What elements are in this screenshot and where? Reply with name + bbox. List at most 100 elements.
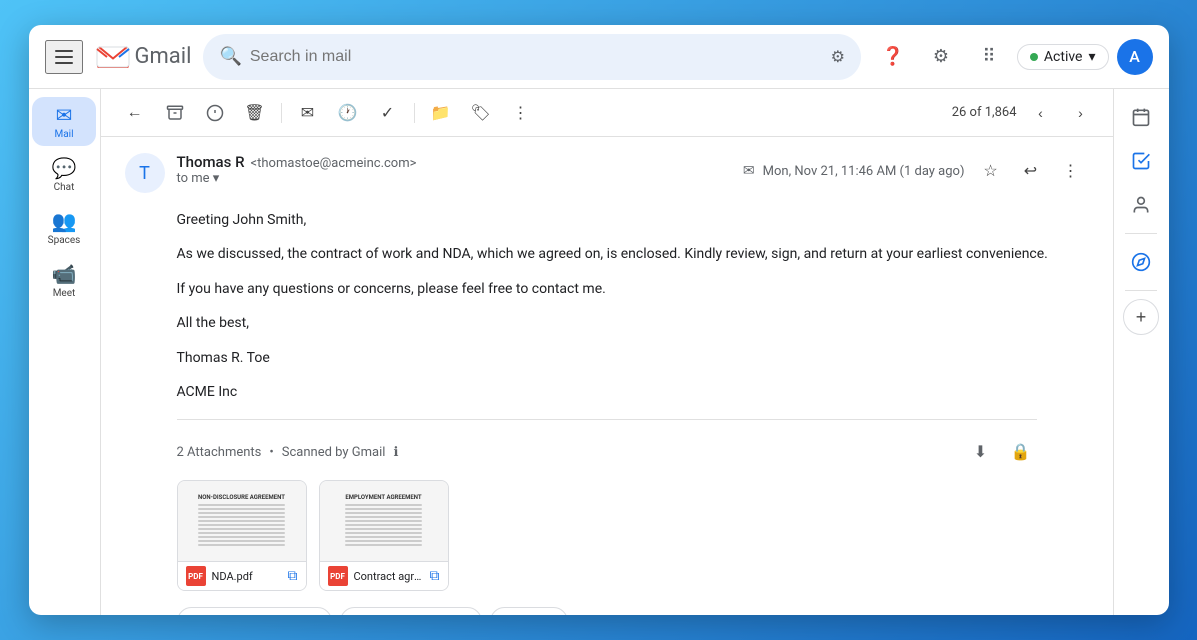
tasks-panel-button[interactable] <box>1121 141 1161 181</box>
right-sidebar-divider <box>1125 233 1157 234</box>
sidebar-item-mail[interactable]: ✉ Mail <box>32 97 96 146</box>
more-actions-button[interactable]: ⋮ <box>1053 153 1089 189</box>
mail-icon: ✉ <box>56 103 73 127</box>
attachments-actions: ⬇ 🔒 <box>965 436 1037 468</box>
right-sidebar-divider-2 <box>1125 290 1157 291</box>
info-icon[interactable]: ℹ <box>393 445 398 460</box>
pagination: 26 of 1,864 ‹ › <box>952 97 1097 129</box>
email-meta: Thomas R <thomastoe@acmeinc.com> to me ▾ <box>177 153 731 186</box>
attachment-contract[interactable]: EMPLOYMENT AGREEMENT <box>319 480 449 591</box>
quick-reply-1[interactable]: Received, thank you. <box>177 607 332 615</box>
gmail-m-icon <box>95 44 131 70</box>
reply-button[interactable]: ↩ <box>1013 153 1049 189</box>
contacts-panel-button[interactable] <box>1121 185 1161 225</box>
email-header: T Thomas R <thomastoe@acmeinc.com> to me… <box>125 153 1089 193</box>
left-sidebar: ✉ Mail 💬 Chat 👥 Spaces 📹 Meet <box>29 89 101 615</box>
attachments-area: 2 Attachments • Scanned by Gmail ℹ ⬇ 🔒 <box>177 419 1037 591</box>
attachment-nda[interactable]: NON-DISCLOSURE AGREEMENT <box>177 480 307 591</box>
prev-email-button[interactable]: ‹ <box>1025 97 1057 129</box>
quick-reply-3[interactable]: Signed. <box>490 607 568 615</box>
mark-unread-button[interactable]: ✉ <box>290 95 326 131</box>
toolbar-separator-2 <box>414 103 415 123</box>
archive-button[interactable] <box>157 95 193 131</box>
apps-button[interactable]: ⠿ <box>969 37 1009 77</box>
pdf-icon-nda: PDF <box>186 566 206 586</box>
star-button[interactable]: ☆ <box>973 153 1009 189</box>
search-bar[interactable]: 🔍 ⚙ <box>203 34 860 80</box>
attachments-title: 2 Attachments • Scanned by Gmail ℹ <box>177 445 399 460</box>
quick-reply-2[interactable]: Thank you, will do. <box>340 607 482 615</box>
chat-icon: 💬 <box>52 156 77 180</box>
settings-button[interactable]: ⚙ <box>921 37 961 77</box>
email-signature: All the best, Thomas R. Toe ACME Inc <box>177 312 1089 403</box>
main-area: ✉ Mail 💬 Chat 👥 Spaces 📹 Meet ← <box>29 89 1169 615</box>
to-me[interactable]: to me ▾ <box>177 171 731 186</box>
email-actions: ☆ ↩ ⋮ <box>973 153 1089 189</box>
sidebar-spaces-label: Spaces <box>48 235 81 246</box>
download-all-button[interactable]: ⬇ <box>965 436 997 468</box>
help-button[interactable]: ❓ <box>873 37 913 77</box>
add-panel-button[interactable]: + <box>1123 299 1159 335</box>
sidebar-item-chat[interactable]: 💬 Chat <box>32 150 96 199</box>
toolbar-separator-1 <box>281 103 282 123</box>
sign-line2: Thomas R. Toe <box>177 347 1089 369</box>
email-date: ✉ Mon, Nov 21, 11:46 AM (1 day ago) ☆ ↩ … <box>743 153 1089 189</box>
sidebar-item-meet[interactable]: 📹 Meet <box>32 256 96 305</box>
nda-footer: PDF NDA.pdf ⧉ <box>178 561 306 590</box>
email-greeting: Greeting John Smith, <box>177 209 1089 231</box>
contract-arrow: ⧉ <box>430 568 440 584</box>
filter-icon[interactable]: ⚙ <box>831 47 845 66</box>
delete-button[interactable]: 🗑 <box>237 95 273 131</box>
next-email-button[interactable]: › <box>1065 97 1097 129</box>
gmail-logo: Gmail <box>95 44 192 70</box>
gmail-logo-text: Gmail <box>135 44 192 69</box>
contract-preview: EMPLOYMENT AGREEMENT <box>320 481 448 561</box>
right-sidebar: + <box>1113 89 1169 615</box>
move-button[interactable]: 📁 <box>423 95 459 131</box>
report-spam-button[interactable] <box>197 95 233 131</box>
attachments-list: NON-DISCLOSURE AGREEMENT <box>177 480 1037 591</box>
attachments-header: 2 Attachments • Scanned by Gmail ℹ ⬇ 🔒 <box>177 436 1037 468</box>
content-area: ← 🗑 ✉ 🕐 ✓ 📁 🏷 ⋮ 26 of 1,864 ‹ <box>101 89 1113 615</box>
sidebar-chat-label: Chat <box>54 182 75 193</box>
sign-line3: ACME Inc <box>177 381 1089 403</box>
email-content: Greeting John Smith, As we discussed, th… <box>177 209 1089 403</box>
email-body-line2: If you have any questions or concerns, p… <box>177 278 1089 300</box>
more-button[interactable]: ⋮ <box>503 95 539 131</box>
calendar-panel-button[interactable] <box>1121 97 1161 137</box>
meet-icon: 📹 <box>52 262 77 286</box>
sender-email: <thomastoe@acmeinc.com> <box>251 156 417 171</box>
compass-panel-button[interactable] <box>1121 242 1161 282</box>
nda-filename: NDA.pdf <box>212 570 282 583</box>
pdf-icon-contract: PDF <box>328 566 348 586</box>
email-body-line1: As we discussed, the contract of work an… <box>177 243 1089 265</box>
pagination-text: 26 of 1,864 <box>952 105 1017 120</box>
sidebar-item-spaces[interactable]: 👥 Spaces <box>32 203 96 252</box>
contract-filename: Contract agreem.... <box>354 570 424 583</box>
menu-button[interactable] <box>45 40 83 74</box>
done-button[interactable]: ✓ <box>370 95 406 131</box>
quick-replies: Received, thank you. Thank you, will do.… <box>177 607 1037 615</box>
snooze-button[interactable]: 🕐 <box>330 95 366 131</box>
nda-arrow: ⧉ <box>288 568 298 584</box>
label-button[interactable]: 🏷 <box>463 95 499 131</box>
topbar-right: ❓ ⚙ ⠿ Active ▾ A <box>873 37 1153 77</box>
active-dot <box>1030 53 1038 61</box>
spaces-icon: 👥 <box>52 209 77 233</box>
sidebar-meet-label: Meet <box>53 288 76 299</box>
active-label: Active <box>1044 49 1083 65</box>
search-input[interactable] <box>250 48 823 66</box>
contract-footer: PDF Contract agreem.... ⧉ <box>320 561 448 590</box>
active-status[interactable]: Active ▾ <box>1017 44 1109 70</box>
sign-line1: All the best, <box>177 312 1089 334</box>
back-button[interactable]: ← <box>117 95 153 131</box>
email-icon-small: ✉ <box>743 163 755 179</box>
search-icon: 🔍 <box>219 46 241 67</box>
save-to-drive-button[interactable]: 🔒 <box>1005 436 1037 468</box>
user-avatar[interactable]: A <box>1117 39 1153 75</box>
sidebar-mail-label: Mail <box>54 129 73 140</box>
sender-avatar: T <box>125 153 165 193</box>
nda-preview: NON-DISCLOSURE AGREEMENT <box>178 481 306 561</box>
email-body[interactable]: T Thomas R <thomastoe@acmeinc.com> to me… <box>101 137 1113 615</box>
email-toolbar: ← 🗑 ✉ 🕐 ✓ 📁 🏷 ⋮ 26 of 1,864 ‹ <box>101 89 1113 137</box>
